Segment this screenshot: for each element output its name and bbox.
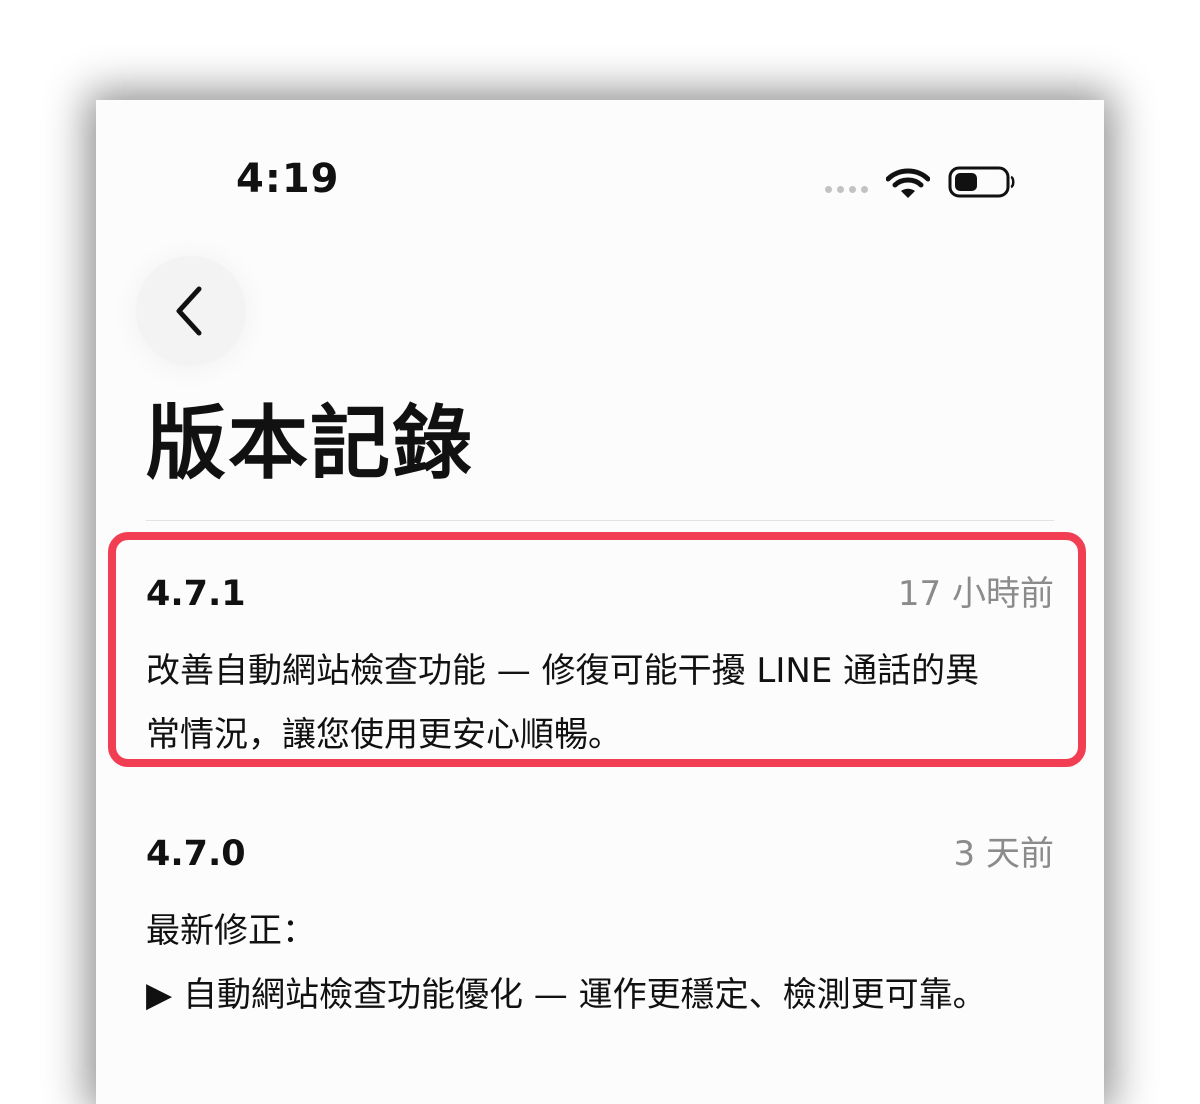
chevron-left-icon [176, 286, 202, 336]
release-note-line: 改善自動網站檢查功能 — 修復可能干擾 LINE 通話的異 [146, 651, 980, 691]
release-header: 4.7.1 17 小時前 [146, 566, 1054, 615]
release-header: 4.7.0 3 天前 [146, 826, 1054, 875]
release-age: 17 小時前 [897, 574, 1054, 614]
release-age: 3 天前 [953, 834, 1054, 874]
release-notes: 改善自動網站檢查功能 — 修復可能干擾 LINE 通話的異 常情況，讓您使用更安… [146, 639, 1054, 767]
status-time: 4:19 [236, 156, 340, 202]
battery-icon [948, 166, 1015, 198]
wifi-icon [886, 168, 930, 198]
release-version: 4.7.0 [146, 834, 246, 874]
title-divider [146, 520, 1054, 521]
screenshot-stage: 4:19 版本記錄 4.7.1 17 小時前 改善自動網站檢查功能 — 修復可能… [0, 0, 1200, 1104]
release-note-line: 常情況，讓您使用更安心順暢。 [146, 715, 622, 755]
signal-icon [825, 185, 868, 193]
release-item: 4.7.0 3 天前 最新修正： ▶ 自動網站檢查功能優化 — 運作更穩定、檢測… [146, 826, 1054, 1027]
release-note-line: 最新修正： [146, 911, 316, 951]
status-bar: 4:19 [96, 100, 1104, 260]
phone-screen: 4:19 版本記錄 4.7.1 17 小時前 改善自動網站檢查功能 — 修復可能… [96, 100, 1104, 1104]
release-version: 4.7.1 [146, 574, 246, 614]
release-note-line: ▶ 自動網站檢查功能優化 — 運作更穩定、檢測更可靠。 [146, 975, 987, 1015]
status-icons [825, 162, 1016, 202]
release-notes: 最新修正： ▶ 自動網站檢查功能優化 — 運作更穩定、檢測更可靠。 [146, 899, 1054, 1027]
back-button[interactable] [136, 256, 246, 366]
page-title: 版本記錄 [146, 397, 474, 490]
release-item: 4.7.1 17 小時前 改善自動網站檢查功能 — 修復可能干擾 LINE 通話… [146, 566, 1054, 767]
